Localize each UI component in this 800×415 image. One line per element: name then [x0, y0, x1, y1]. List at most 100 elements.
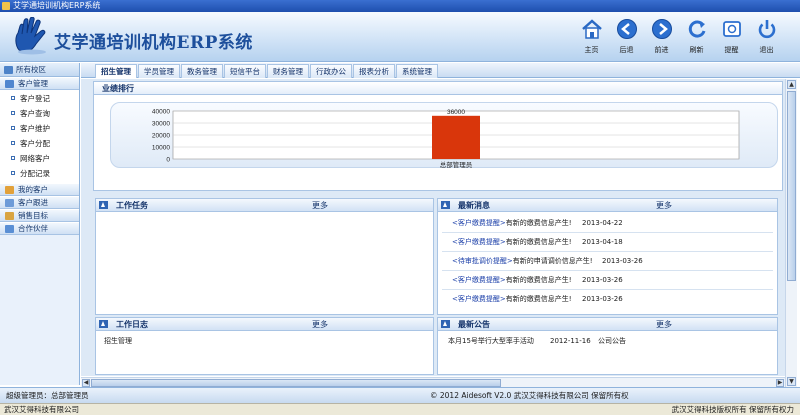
- sidebar-group-sales-target[interactable]: 销售目标: [0, 209, 79, 222]
- refresh-icon: [688, 20, 705, 38]
- sidebar-item-assign-records[interactable]: 分配记录: [0, 166, 79, 181]
- performance-chart-frame: 0 10000 20000 30000 40000 36000 总部管理员: [110, 102, 778, 169]
- exit-button[interactable]: 退出: [749, 16, 784, 55]
- news-row: <客户缴费提醒>有新的缴费信息产生! 2013-04-18: [452, 236, 623, 248]
- back-icon: [616, 19, 637, 39]
- tab-office[interactable]: 行政办公: [310, 64, 352, 78]
- item-label: 客户查询: [20, 109, 50, 118]
- scroll-up-icon[interactable]: ▲: [787, 80, 796, 89]
- horizontal-scroll-thumb[interactable]: [91, 379, 501, 387]
- news-link[interactable]: <待审批调价提醒>: [452, 257, 513, 265]
- work-log-entry[interactable]: 招生管理: [104, 335, 132, 347]
- sidebar-item-customer-maintenance[interactable]: 客户维护: [0, 121, 79, 136]
- followup-icon: [5, 199, 14, 207]
- item-bullet-icon: [11, 126, 15, 130]
- power-icon: [758, 20, 775, 39]
- sidebar-item-online-customers[interactable]: 网络客户: [0, 151, 79, 166]
- work-log-header: 工作日志 更多: [96, 318, 433, 331]
- status-bar: 超级管理员：总部管理员 © 2012 Aidesoft V2.0 武汉艾得科技有…: [0, 387, 800, 403]
- tab-academic[interactable]: 教务管理: [181, 64, 223, 78]
- reminder-button[interactable]: 提醒: [714, 16, 749, 55]
- news-link[interactable]: <客户缴费提醒>: [452, 238, 506, 246]
- notices-panel: 最新公告 更多 本月15号举行大型率手活动 2012-11-16 公司公告: [437, 317, 778, 375]
- item-bullet-icon: [11, 171, 15, 175]
- tab-reports[interactable]: 报表分析: [353, 64, 395, 78]
- campus-selector[interactable]: 所有校区: [0, 63, 79, 77]
- group-label: 销售目标: [18, 211, 48, 220]
- news-row: <客户缴费提醒>有新的缴费信息产生! 2013-03-26: [452, 293, 623, 305]
- forward-icon: [651, 19, 672, 39]
- row-divider: [442, 251, 773, 252]
- app-logo-title: 艾学通培训机构ERP系统: [54, 33, 253, 53]
- news-date: 2013-04-22: [582, 219, 623, 227]
- app-icon: [2, 2, 10, 10]
- item-label: 客户登记: [20, 94, 50, 103]
- sidebar-group-customer-management[interactable]: 客户管理: [0, 77, 79, 90]
- latest-news-title: 最新消息: [458, 201, 490, 210]
- sidebar-group-partners[interactable]: 合作伙伴: [0, 222, 79, 235]
- app-header: 艾学通培训机构ERP系统 主页 后退 前进 刷新 提醒 退出: [0, 12, 800, 62]
- horizontal-scrollbar[interactable]: ◀ ▶: [81, 377, 785, 387]
- customer-management-items: 客户登记 客户查询 客户维护 客户分配 网络客户 分配记录: [0, 90, 79, 183]
- notices-more-link[interactable]: 更多: [656, 318, 672, 331]
- sidebar-group-customer-followup[interactable]: 客户跟进: [0, 196, 79, 209]
- item-bullet-icon: [11, 141, 15, 145]
- refresh-button[interactable]: 刷新: [679, 16, 714, 55]
- news-link[interactable]: <客户缴费提醒>: [452, 276, 506, 284]
- tab-enrollment[interactable]: 招生管理: [95, 64, 137, 78]
- collapse-arrow-icon[interactable]: [441, 320, 450, 328]
- tab-finance[interactable]: 财务管理: [267, 64, 309, 78]
- notice-date: 2012-11-16: [550, 337, 591, 345]
- tab-system[interactable]: 系统管理: [396, 64, 438, 78]
- sidebar-item-customer-query[interactable]: 客户查询: [0, 106, 79, 121]
- news-link[interactable]: <客户缴费提醒>: [452, 295, 506, 303]
- news-text: 有新的缴费信息产生!: [505, 295, 572, 303]
- group-label: 我的客户: [18, 185, 48, 194]
- sidebar-item-customer-assign[interactable]: 客户分配: [0, 136, 79, 151]
- work-tasks-header: 工作任务 更多: [96, 199, 433, 212]
- group-label: 客户跟进: [18, 198, 48, 207]
- latest-news-panel: 最新消息 更多 <客户缴费提醒>有新的缴费信息产生! 2013-04-22 <客…: [437, 198, 778, 315]
- collapse-arrow-icon[interactable]: [99, 201, 108, 209]
- copyright-text: © 2012 Aidesoft V2.0 武汉艾得科技有限公司 保留所有权: [430, 391, 629, 400]
- scroll-right-icon[interactable]: ▶: [776, 379, 784, 387]
- scroll-left-icon[interactable]: ◀: [82, 379, 90, 387]
- news-link[interactable]: <客户缴费提醒>: [452, 219, 506, 227]
- tab-students[interactable]: 学员管理: [138, 64, 180, 78]
- latest-news-more-link[interactable]: 更多: [656, 199, 672, 212]
- collapse-arrow-icon[interactable]: [441, 201, 450, 209]
- work-log-more-link[interactable]: 更多: [312, 318, 328, 331]
- news-text: 有新的缴费信息产生!: [505, 219, 572, 227]
- notice-author: 公司公告: [598, 337, 626, 345]
- toolbar: 主页 后退 前进 刷新 提醒 退出: [574, 16, 784, 55]
- back-label: 后退: [619, 46, 634, 54]
- sidebar-group-my-customers[interactable]: 我的客户: [0, 183, 79, 196]
- campus-icon: [4, 66, 13, 74]
- row-divider: [442, 232, 773, 233]
- scroll-down-icon[interactable]: ▼: [787, 377, 796, 386]
- group-label: 合作伙伴: [18, 224, 48, 233]
- collapse-arrow-icon[interactable]: [99, 320, 108, 328]
- row-divider: [442, 270, 773, 271]
- work-log-entry-text: 招生管理: [104, 337, 132, 345]
- vertical-scroll-thumb[interactable]: [787, 91, 796, 281]
- work-tasks-title: 工作任务: [116, 201, 148, 210]
- forward-button[interactable]: 前进: [644, 16, 679, 55]
- notices-header: 最新公告 更多: [438, 318, 777, 331]
- x-tick-label: 总部管理员: [440, 160, 473, 169]
- work-log-panel: 工作日志 更多 招生管理: [95, 317, 434, 375]
- performance-bar-chart: 0 10000 20000 30000 40000 36000 总部管理员: [152, 109, 740, 169]
- sidebar-item-customer-register[interactable]: 客户登记: [0, 91, 79, 106]
- y-tick-label: 30000: [152, 121, 170, 128]
- news-row: <客户缴费提醒>有新的缴费信息产生! 2013-03-26: [452, 274, 623, 286]
- news-text: 有新的缴费信息产生!: [505, 238, 572, 246]
- notice-row[interactable]: 本月15号举行大型率手活动 2012-11-16 公司公告: [448, 335, 626, 347]
- home-button[interactable]: 主页: [574, 16, 609, 55]
- refresh-label: 刷新: [689, 46, 704, 54]
- vertical-scrollbar[interactable]: ▲ ▼: [785, 79, 797, 387]
- back-button[interactable]: 后退: [609, 16, 644, 55]
- work-tasks-more-link[interactable]: 更多: [312, 199, 328, 212]
- tab-sms[interactable]: 短信平台: [224, 64, 266, 78]
- hand-logo-icon: [15, 17, 46, 55]
- performance-title: 业绩排行: [102, 84, 134, 93]
